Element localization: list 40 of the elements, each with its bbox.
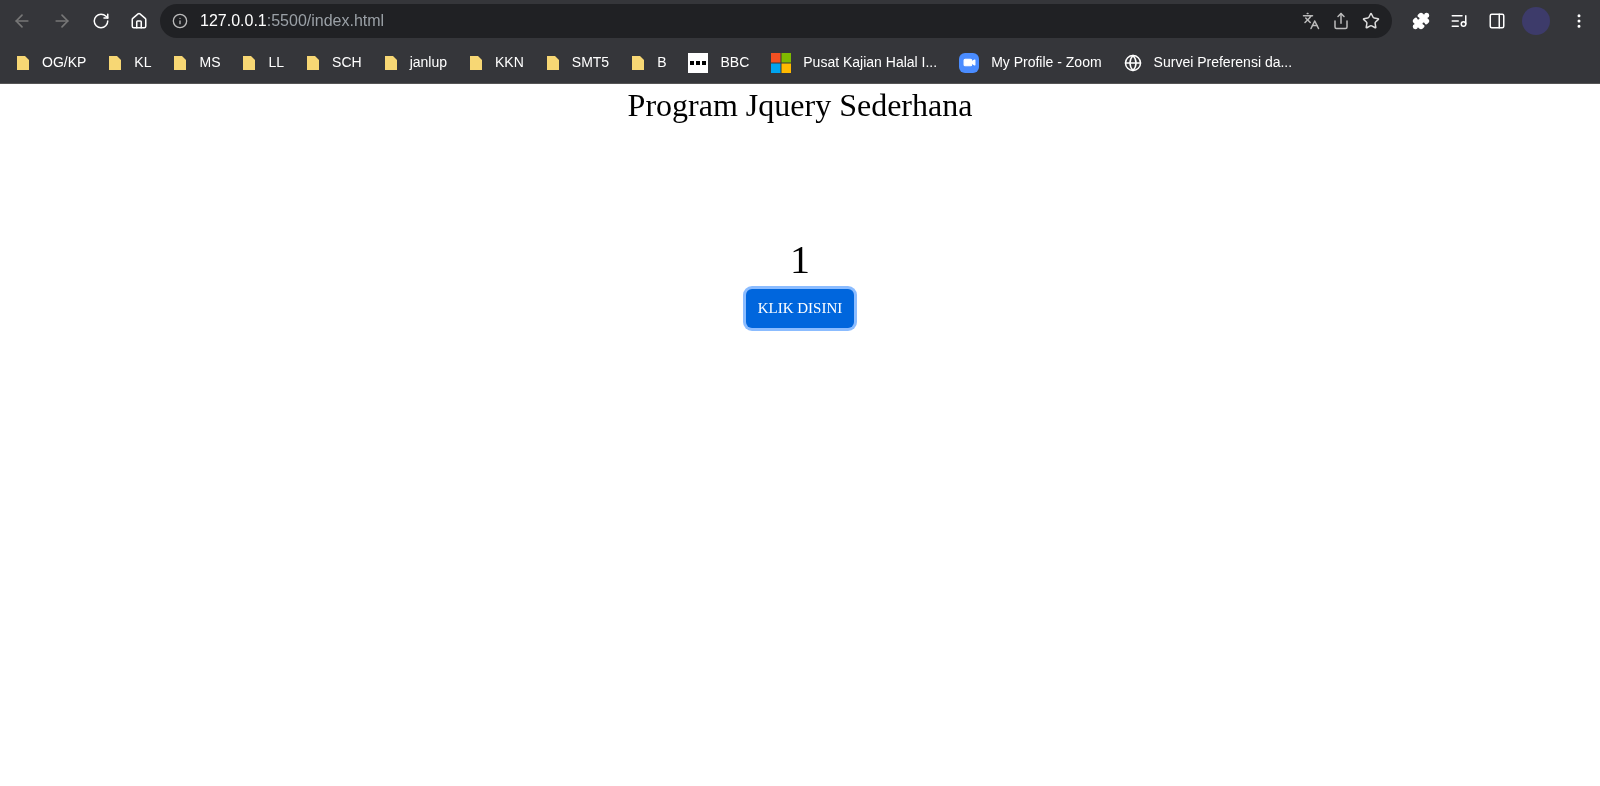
media-list-icon[interactable]	[1450, 12, 1468, 30]
folder-icon	[108, 54, 123, 71]
reload-icon[interactable]	[92, 12, 110, 30]
folder-icon	[469, 54, 483, 71]
bookmark-link[interactable]: My Profile - Zoom	[991, 52, 1102, 73]
bookmark-link[interactable]: B	[657, 52, 667, 73]
four-squares-icon	[771, 52, 792, 73]
translate-icon[interactable]	[1302, 12, 1320, 30]
info-icon	[172, 13, 188, 29]
folder-icon	[16, 54, 30, 71]
counter-value: 1	[790, 236, 810, 284]
folder-icon	[242, 54, 257, 71]
click-button[interactable]: KLIK DISINI	[745, 289, 855, 328]
bbc-logo-icon	[688, 52, 709, 73]
folder-icon	[545, 54, 560, 71]
bookmark-link[interactable]: OG/KP	[42, 52, 87, 73]
share-icon[interactable]	[1332, 12, 1350, 30]
folder-icon	[383, 54, 398, 71]
bookmark-link[interactable]: SCH	[332, 52, 362, 73]
address-bar[interactable]: 127.0.0.1:5500/index.html	[160, 4, 1392, 38]
folder-icon	[306, 54, 321, 71]
folder-icon	[631, 54, 646, 71]
page-heading: Program Jquery Sederhana	[627, 86, 973, 125]
video-camera-icon	[959, 52, 980, 73]
bookmark-link[interactable]: BBC	[720, 52, 750, 73]
bookmark-link[interactable]: KL	[134, 52, 152, 73]
star-icon[interactable]	[1362, 12, 1380, 30]
puzzle-icon[interactable]	[1412, 12, 1430, 30]
folder-icon	[173, 54, 188, 71]
side-panel-icon[interactable]	[1488, 12, 1506, 30]
url-text: 127.0.0.1:5500/index.html	[200, 11, 386, 31]
bookmark-link[interactable]: Survei Preferensi da...	[1153, 52, 1293, 73]
bookmark-link[interactable]: KKN	[495, 52, 524, 73]
bookmark-link[interactable]: SMT5	[571, 52, 610, 73]
home-icon[interactable]	[130, 12, 148, 30]
bookmark-link[interactable]: LL	[268, 52, 285, 73]
bookmark-link[interactable]: janlup	[409, 52, 447, 73]
globe-icon	[1123, 53, 1142, 72]
bookmark-link[interactable]: MS	[199, 52, 221, 73]
bookmark-link[interactable]: Pusat Kajian Halal I...	[803, 52, 938, 73]
